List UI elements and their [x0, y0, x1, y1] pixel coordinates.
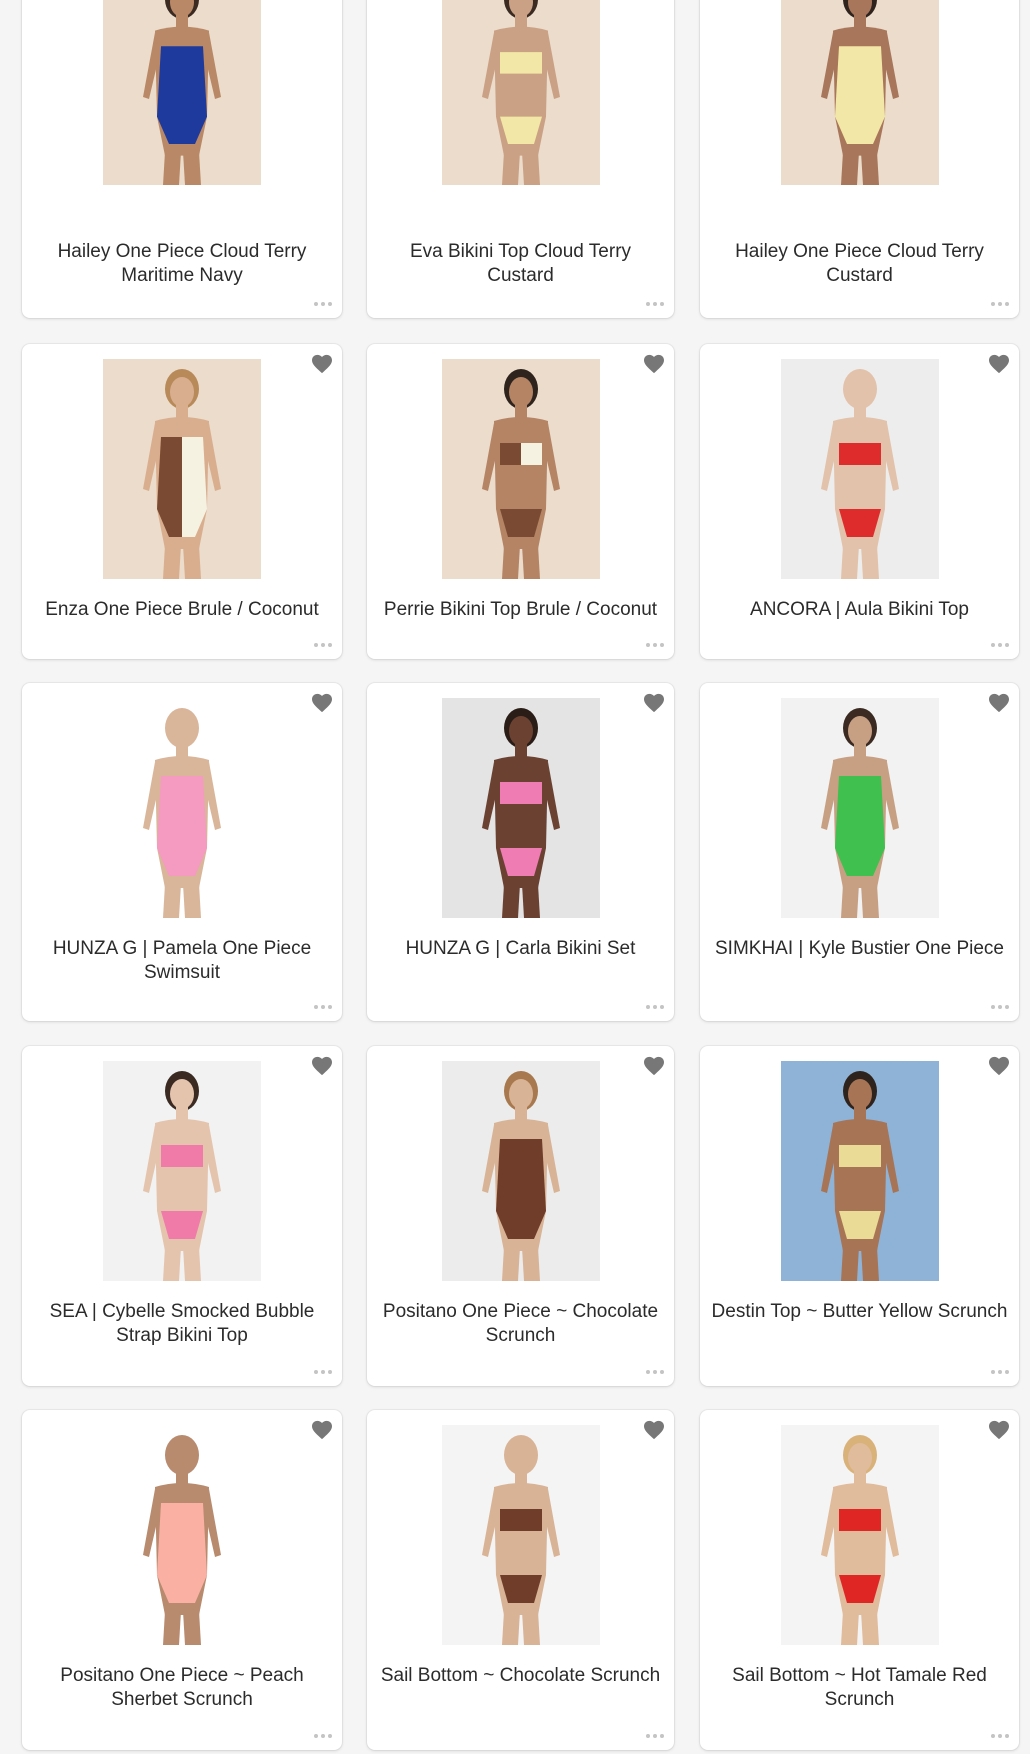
heart-icon[interactable]	[988, 693, 1010, 713]
heart-icon[interactable]	[311, 693, 333, 713]
product-title[interactable]: Eva Bikini Top Cloud Terry Custard	[377, 240, 664, 288]
product-image[interactable]	[780, 1061, 939, 1281]
product-card[interactable]: HUNZA G | Carla Bikini Set	[367, 683, 674, 1021]
heart-icon[interactable]	[988, 1056, 1010, 1076]
product-card[interactable]: Enza One Piece Brule / Coconut	[22, 344, 342, 659]
product-image[interactable]	[103, 359, 261, 579]
product-card[interactable]: Destin Top ~ Butter Yellow Scrunch	[700, 1046, 1019, 1386]
more-dots-icon[interactable]	[314, 1732, 334, 1740]
more-dots-icon[interactable]	[314, 1003, 334, 1011]
more-dots-icon[interactable]	[314, 1368, 334, 1376]
heart-icon[interactable]	[311, 1420, 333, 1440]
more-dots-icon[interactable]	[646, 1732, 666, 1740]
product-card[interactable]: HUNZA G | Pamela One Piece Swimsuit	[22, 683, 342, 1021]
heart-icon[interactable]	[311, 1056, 333, 1076]
product-card[interactable]: SEA | Cybelle Smocked Bubble Strap Bikin…	[22, 1046, 342, 1386]
product-image[interactable]	[780, 1425, 939, 1645]
heart-icon[interactable]	[643, 693, 665, 713]
more-dots-icon[interactable]	[991, 300, 1011, 308]
more-dots-icon[interactable]	[991, 641, 1011, 649]
heart-icon[interactable]	[643, 354, 665, 374]
product-card[interactable]: ANCORA | Aula Bikini Top	[700, 344, 1019, 659]
heart-icon[interactable]	[643, 1056, 665, 1076]
product-title[interactable]: Positano One Piece ~ Peach Sherbet Scrun…	[32, 1664, 332, 1712]
heart-icon[interactable]	[988, 1420, 1010, 1440]
product-card[interactable]: Sail Bottom ~ Hot Tamale Red Scrunch	[700, 1410, 1019, 1750]
heart-icon[interactable]	[988, 354, 1010, 374]
product-card[interactable]: Perrie Bikini Top Brule / Coconut	[367, 344, 674, 659]
product-title[interactable]: Destin Top ~ Butter Yellow Scrunch	[710, 1300, 1009, 1324]
product-title[interactable]: Hailey One Piece Cloud Terry Maritime Na…	[32, 240, 332, 288]
product-image[interactable]	[103, 0, 261, 185]
product-image[interactable]	[103, 698, 261, 918]
product-title[interactable]: SEA | Cybelle Smocked Bubble Strap Bikin…	[32, 1300, 332, 1348]
product-card[interactable]: SIMKHAI | Kyle Bustier One Piece	[700, 683, 1019, 1021]
product-image[interactable]	[441, 1425, 600, 1645]
product-card[interactable]: Positano One Piece ~ Peach Sherbet Scrun…	[22, 1410, 342, 1750]
product-image[interactable]	[441, 359, 600, 579]
product-image[interactable]	[780, 359, 939, 579]
product-image[interactable]	[780, 0, 939, 185]
product-title[interactable]: Sail Bottom ~ Hot Tamale Red Scrunch	[710, 1664, 1009, 1712]
product-card[interactable]: Positano One Piece ~ Chocolate Scrunch	[367, 1046, 674, 1386]
product-image[interactable]	[103, 1061, 261, 1281]
product-card[interactable]: Sail Bottom ~ Chocolate Scrunch	[367, 1410, 674, 1750]
more-dots-icon[interactable]	[991, 1732, 1011, 1740]
product-card[interactable]: Eva Bikini Top Cloud Terry Custard	[367, 0, 674, 318]
product-image[interactable]	[441, 0, 600, 185]
product-title[interactable]: Hailey One Piece Cloud Terry Custard	[710, 240, 1009, 288]
more-dots-icon[interactable]	[314, 300, 334, 308]
product-title[interactable]: HUNZA G | Pamela One Piece Swimsuit	[32, 937, 332, 985]
heart-icon[interactable]	[311, 354, 333, 374]
product-title[interactable]: ANCORA | Aula Bikini Top	[710, 598, 1009, 622]
more-dots-icon[interactable]	[646, 641, 666, 649]
more-dots-icon[interactable]	[991, 1003, 1011, 1011]
more-dots-icon[interactable]	[314, 641, 334, 649]
product-card[interactable]: Hailey One Piece Cloud Terry Maritime Na…	[22, 0, 342, 318]
product-image[interactable]	[103, 1425, 261, 1645]
product-title[interactable]: Positano One Piece ~ Chocolate Scrunch	[377, 1300, 664, 1348]
product-image[interactable]	[780, 698, 939, 918]
heart-icon[interactable]	[643, 1420, 665, 1440]
product-title[interactable]: Perrie Bikini Top Brule / Coconut	[377, 598, 664, 622]
more-dots-icon[interactable]	[646, 1368, 666, 1376]
product-title[interactable]: SIMKHAI | Kyle Bustier One Piece	[710, 937, 1009, 961]
product-image[interactable]	[441, 1061, 600, 1281]
product-title[interactable]: HUNZA G | Carla Bikini Set	[377, 937, 664, 961]
product-title[interactable]: Sail Bottom ~ Chocolate Scrunch	[377, 1664, 664, 1688]
more-dots-icon[interactable]	[646, 1003, 666, 1011]
product-card[interactable]: Hailey One Piece Cloud Terry Custard	[700, 0, 1019, 318]
product-title[interactable]: Enza One Piece Brule / Coconut	[32, 598, 332, 622]
more-dots-icon[interactable]	[646, 300, 666, 308]
product-image[interactable]	[441, 698, 600, 918]
more-dots-icon[interactable]	[991, 1368, 1011, 1376]
